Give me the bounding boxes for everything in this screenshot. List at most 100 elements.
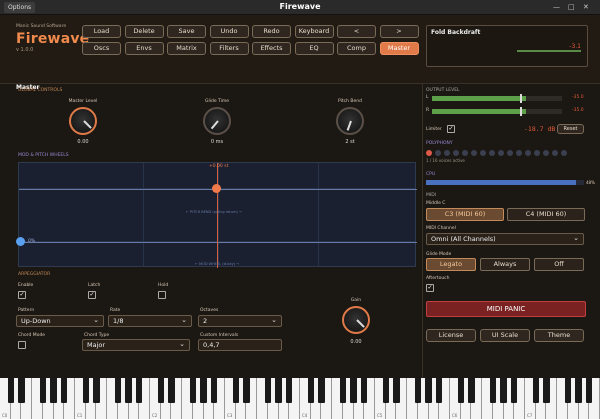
black-key[interactable]: [125, 378, 132, 403]
black-key[interactable]: [393, 378, 400, 403]
black-key[interactable]: [489, 378, 497, 403]
black-key[interactable]: [211, 378, 218, 403]
tab-envs-button[interactable]: Envs: [124, 42, 164, 55]
action-next-button[interactable]: >: [379, 25, 419, 38]
black-key[interactable]: [436, 378, 443, 403]
black-key[interactable]: [350, 378, 357, 403]
master-level-knob[interactable]: [69, 107, 97, 135]
black-key[interactable]: [189, 378, 197, 403]
black-key[interactable]: [425, 378, 432, 403]
black-key[interactable]: [7, 378, 14, 403]
hold-checkbox[interactable]: [158, 291, 166, 299]
black-key[interactable]: [157, 378, 164, 403]
glide-time-knob[interactable]: [203, 107, 231, 135]
right-level-marker[interactable]: [520, 107, 522, 116]
black-key[interactable]: [18, 378, 25, 403]
black-key[interactable]: [382, 378, 389, 403]
gain-knob[interactable]: [342, 306, 370, 334]
midi-panic-button[interactable]: MIDI PANIC: [426, 301, 586, 317]
black-key[interactable]: [586, 378, 593, 403]
middle-c-c4-option[interactable]: C4 (MIDI 60): [507, 208, 585, 221]
black-key[interactable]: [93, 378, 100, 403]
action-save-button[interactable]: Save: [167, 25, 206, 38]
octaves-select[interactable]: 2 ⌄: [198, 315, 282, 327]
tab-master-button[interactable]: Master: [379, 42, 419, 55]
left-level-marker[interactable]: [520, 94, 522, 103]
limiter-checkbox[interactable]: ✓: [447, 125, 455, 133]
black-key[interactable]: [82, 378, 89, 403]
enable-checkbox[interactable]: ✓: [18, 291, 26, 299]
chord-type-select[interactable]: Major ⌄: [82, 339, 190, 351]
action-load-button[interactable]: Load: [82, 25, 121, 38]
rate-select[interactable]: 1/8 ⌄: [108, 315, 192, 327]
reset-button[interactable]: Reset: [557, 124, 584, 134]
maximize-icon[interactable]: □: [568, 3, 575, 11]
voice-indicator: [489, 150, 495, 156]
tab-effects-button[interactable]: Effects: [252, 42, 291, 55]
action-undo-button[interactable]: Undo: [209, 25, 249, 38]
left-channel-label: L: [426, 95, 429, 100]
piano-keyboard[interactable]: C0 C1 C2 C3 C4 C5 C6 C7: [0, 378, 600, 419]
black-key[interactable]: [275, 378, 282, 403]
black-key[interactable]: [532, 378, 539, 403]
black-key[interactable]: [575, 378, 582, 403]
latch-checkbox[interactable]: ✓: [88, 291, 96, 299]
midi-channel-select[interactable]: Omni (All Channels) ⌄: [426, 233, 584, 245]
ui-scale-button[interactable]: UI Scale: [480, 329, 530, 342]
black-key[interactable]: [543, 378, 550, 403]
black-key[interactable]: [414, 378, 422, 403]
window-title: Firewave: [279, 2, 321, 11]
pitch-bend-knob[interactable]: [336, 107, 364, 135]
license-button[interactable]: License: [426, 329, 476, 342]
black-key[interactable]: [564, 378, 572, 403]
black-key[interactable]: [307, 378, 314, 403]
tab-eq-button[interactable]: EQ: [294, 42, 334, 55]
black-key[interactable]: [500, 378, 507, 403]
custom-intervals-input[interactable]: 0,4,7: [198, 339, 282, 351]
right-level-value: -35.0: [572, 108, 584, 113]
pitch-caption: ← PITCH BEND (spring return) →: [186, 210, 242, 214]
theme-button[interactable]: Theme: [534, 329, 584, 342]
black-key[interactable]: [200, 378, 207, 403]
black-key[interactable]: [286, 378, 293, 403]
tab-filters-button[interactable]: Filters: [209, 42, 249, 55]
tab-matrix-button[interactable]: Matrix: [167, 42, 206, 55]
pitch-handle[interactable]: [212, 184, 221, 193]
black-key[interactable]: [114, 378, 122, 403]
black-key[interactable]: [339, 378, 347, 403]
black-key[interactable]: [468, 378, 475, 403]
aftertouch-checkbox[interactable]: ✓: [426, 284, 434, 292]
black-key[interactable]: [511, 378, 518, 403]
black-key[interactable]: [457, 378, 464, 403]
action-keyboard-button[interactable]: Keyboard: [294, 25, 334, 38]
mod-handle[interactable]: [16, 237, 25, 246]
black-key[interactable]: [168, 378, 175, 403]
black-key[interactable]: [136, 378, 143, 403]
black-key[interactable]: [232, 378, 239, 403]
black-key[interactable]: [361, 378, 368, 403]
tab-comp-button[interactable]: Comp: [337, 42, 376, 55]
glide-off-option[interactable]: Off: [534, 258, 584, 271]
black-key[interactable]: [243, 378, 250, 403]
tab-oscs-button[interactable]: Oscs: [82, 42, 121, 55]
action-prev-button[interactable]: <: [337, 25, 376, 38]
minimize-icon[interactable]: —: [553, 3, 560, 11]
black-key[interactable]: [264, 378, 272, 403]
chord-mode-checkbox[interactable]: [18, 341, 26, 349]
black-key[interactable]: [39, 378, 47, 403]
middle-c-c3-option[interactable]: C3 (MIDI 60): [426, 208, 504, 221]
preset-display[interactable]: Fold Backdraft -3.1: [426, 25, 588, 67]
black-key[interactable]: [50, 378, 57, 403]
close-icon[interactable]: ✕: [583, 3, 589, 11]
glide-always-option[interactable]: Always: [480, 258, 530, 271]
octave-label: C6: [452, 413, 458, 418]
pattern-label: Pattern: [18, 308, 35, 313]
pattern-select[interactable]: Up-Down ⌄: [16, 315, 104, 327]
glide-legato-option[interactable]: Legato: [426, 258, 476, 271]
action-delete-button[interactable]: Delete: [124, 25, 164, 38]
limiter-label: Limiter: [426, 127, 442, 132]
black-key[interactable]: [318, 378, 325, 403]
action-redo-button[interactable]: Redo: [252, 25, 291, 38]
black-key[interactable]: [61, 378, 68, 403]
mod-pitch-pad[interactable]: +0.00 st ← PITCH BEND (spring return) → …: [16, 162, 417, 268]
